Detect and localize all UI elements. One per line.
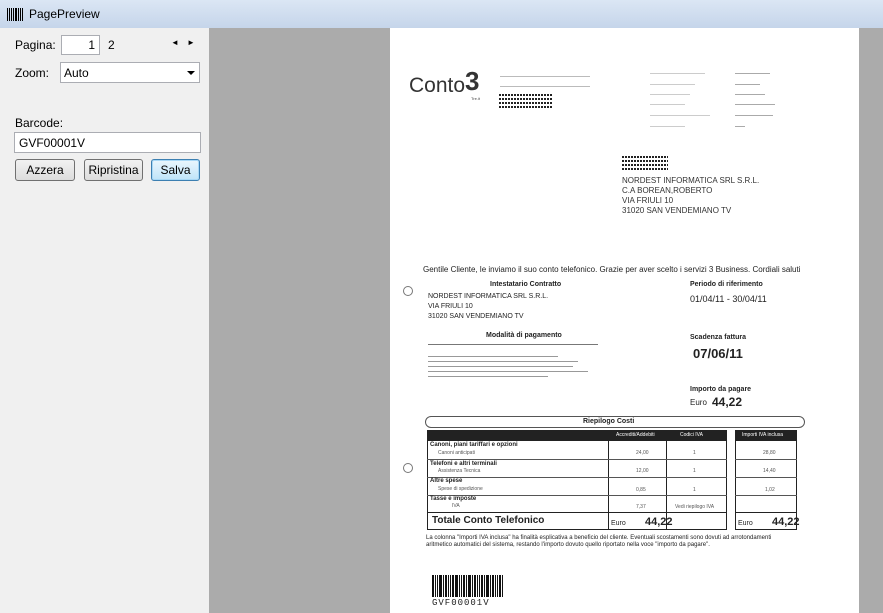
col-incl-header: Importi IVA inclusa xyxy=(742,432,784,438)
holder-line: 31020 SAN VENDEMIANO TV xyxy=(428,313,524,320)
row-title: Altre spese xyxy=(430,478,463,484)
recipient-line: 31020 SAN VENDEMIANO TV xyxy=(622,206,732,215)
header-datamatrix xyxy=(499,94,553,108)
total-incl-currency: Euro xyxy=(738,520,753,527)
window-title: PagePreview xyxy=(29,7,100,21)
zoom-select[interactable]: Auto xyxy=(60,62,200,83)
page-number-input[interactable] xyxy=(61,35,100,55)
payment-title: Modalità di pagamento xyxy=(486,332,562,339)
note-line-1: La colonna "Importi IVA inclusa" ha fina… xyxy=(426,535,772,541)
title-bar: PagePreview xyxy=(0,0,883,29)
row-credit: 24,00 xyxy=(636,450,649,456)
row-credit: 12,00 xyxy=(636,468,649,474)
reset-button[interactable]: Azzera xyxy=(15,159,75,181)
barcode-app-icon xyxy=(7,8,23,21)
control-panel: Pagina: 2 ◄ ► Zoom: Auto Barcode: Azzera… xyxy=(0,28,209,613)
brand-subtitle: Tre.it xyxy=(471,96,480,101)
row-vat: 1 xyxy=(693,487,696,493)
amount-currency: Euro xyxy=(690,398,707,407)
row-credit: 7,37 xyxy=(636,504,646,510)
prev-page-icon[interactable]: ◄ xyxy=(167,35,183,51)
punch-hole-icon xyxy=(403,286,413,296)
document-page: Conto 3 Tre.it NORDEST INFORMATICA SRL S… xyxy=(390,28,859,613)
recipient-line: VIA FRIULI 10 xyxy=(622,196,674,205)
holder-title: Intestatario Contratto xyxy=(490,281,562,288)
row-vat: 1 xyxy=(693,468,696,474)
total-label: Totale Conto Telefonico xyxy=(432,515,545,526)
page-stepper[interactable]: ◄ ► xyxy=(167,35,199,51)
row-detail: Canoni anticipati xyxy=(438,450,475,456)
row-incl: 28,80 xyxy=(763,450,776,456)
row-detail: IVA xyxy=(452,503,460,509)
next-page-icon[interactable]: ► xyxy=(183,35,199,51)
row-credit: 0,85 xyxy=(636,487,646,493)
amount-value: 44,22 xyxy=(712,395,743,409)
page-label: Pagina: xyxy=(15,38,56,52)
document-barcode-text: GVF00001V xyxy=(432,598,490,608)
punch-hole-icon xyxy=(403,463,413,473)
note-line-2: aritmetico automatici del sistema, resta… xyxy=(426,542,710,548)
col-vat-header: Codici IVA xyxy=(680,432,703,438)
page-total: 2 xyxy=(108,38,115,52)
zoom-label: Zoom: xyxy=(15,66,50,80)
period-value: 01/04/11 - 30/04/11 xyxy=(690,294,767,304)
total-incl-value: 44,22 xyxy=(772,516,800,528)
zoom-value: Auto xyxy=(64,66,89,80)
preview-area[interactable]: Conto 3 Tre.it NORDEST INFORMATICA SRL S… xyxy=(209,28,883,613)
due-title: Scadenza fattura xyxy=(690,334,747,341)
row-title: Telefoni e altri terminali xyxy=(430,461,497,467)
total-currency: Euro xyxy=(611,520,626,527)
holder-address: NORDEST INFORMATICA SRL S.R.L. VIA FRIUL… xyxy=(428,292,548,322)
row-incl: 14,40 xyxy=(763,468,776,474)
recipient-address: NORDEST INFORMATICA SRL S.R.L. C.A BOREA… xyxy=(622,176,759,216)
row-detail: Spese di spedizione xyxy=(438,486,483,492)
save-button[interactable]: Salva xyxy=(151,159,200,181)
summary-title: Riepilogo Costi xyxy=(583,418,635,425)
period-title: Periodo di riferimento xyxy=(690,281,763,288)
row-title: Canoni, piani tariffari e opzioni xyxy=(430,442,518,448)
chevron-down-icon[interactable] xyxy=(187,71,195,75)
recipient-line: C.A BOREAN,ROBERTO xyxy=(622,186,713,195)
brand-logo: Conto xyxy=(409,74,466,97)
vat-column-box xyxy=(735,430,797,530)
document-barcode xyxy=(432,575,503,597)
row-incl: 1,02 xyxy=(765,487,775,493)
recipient-datamatrix xyxy=(622,156,668,170)
row-title: Tasse e imposte xyxy=(430,496,477,502)
holder-line: VIA FRIULI 10 xyxy=(428,303,473,310)
row-vat: 1 xyxy=(693,450,696,456)
greeting-text: Gentile Cliente, le inviamo il suo conto… xyxy=(423,265,801,274)
restore-button[interactable]: Ripristina xyxy=(84,159,143,181)
total-value: 44,22 xyxy=(645,516,673,528)
barcode-input[interactable] xyxy=(14,132,201,153)
holder-line: NORDEST INFORMATICA SRL S.R.L. xyxy=(428,293,549,300)
three-logo-icon: 3 xyxy=(465,66,480,96)
amount-title: Importo da pagare xyxy=(690,386,752,393)
col-credit-header: Accrediti/Addebiti xyxy=(616,432,655,438)
due-value: 07/06/11 xyxy=(693,346,743,361)
row-detail: Assistenza Tecnica xyxy=(438,468,481,474)
row-vat: Vedi riepilogo IVA xyxy=(675,504,715,510)
recipient-line: NORDEST INFORMATICA SRL S.R.L. xyxy=(622,176,760,185)
barcode-label: Barcode: xyxy=(15,116,64,130)
